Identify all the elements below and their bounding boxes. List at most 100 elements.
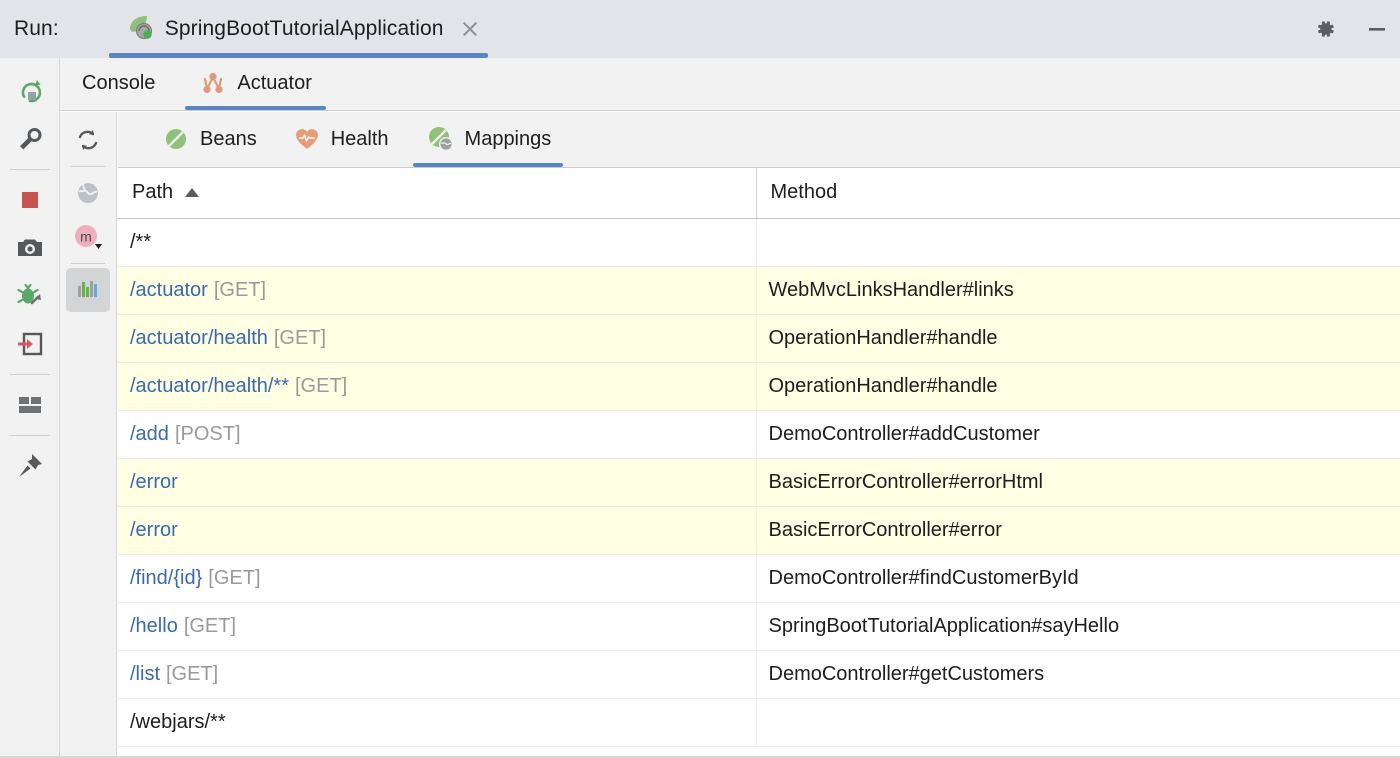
cell-path[interactable]: /find/{id} [GET]	[118, 554, 757, 603]
http-verb-badge: [GET]	[208, 566, 261, 589]
http-verb-badge: [GET]	[166, 662, 219, 685]
cell-method[interactable]: SpringBootTutorialApplication#sayHello	[756, 602, 1400, 651]
table-body: /**/actuator [GET] WebMvcLinksHandler#link…	[118, 218, 1400, 747]
column-header-path[interactable]: Path	[118, 168, 757, 219]
cell-path[interactable]: /**	[118, 218, 757, 267]
endpoints-chart-icon[interactable]	[66, 268, 110, 312]
cell-path[interactable]: /add [POST]	[118, 410, 757, 459]
column-header-method[interactable]: Method	[756, 168, 1400, 219]
actuator-graph-icon	[199, 70, 227, 98]
cell-path[interactable]: /error	[118, 506, 757, 555]
path-link[interactable]: /add	[130, 423, 169, 445]
table-row[interactable]: /**	[118, 218, 1400, 267]
run-header-bar: Run: SpringBootTutorialApplication	[0, 0, 1400, 58]
cell-method[interactable]	[756, 698, 1400, 747]
column-header-method-label: Method	[770, 181, 838, 204]
tab-console-label: Console	[82, 72, 156, 94]
table-header-row: Path Method	[118, 168, 1400, 219]
table-row[interactable]: /webjars/**	[118, 698, 1400, 747]
http-verb-badge: [GET]	[273, 326, 327, 349]
path-link[interactable]: /actuator/health	[130, 327, 268, 349]
http-verb-badge: [GET]	[183, 614, 237, 637]
tab-health-label: Health	[330, 127, 389, 150]
handler-method-name: BasicErrorController#errorHtml	[768, 470, 1044, 493]
actuator-toolbar: m	[60, 112, 117, 758]
column-header-path-label: Path	[132, 181, 174, 204]
run-configuration-name: SpringBootTutorialApplication	[164, 17, 444, 40]
camera-icon[interactable]	[7, 225, 53, 271]
debug-attach-icon[interactable]	[7, 273, 53, 319]
cell-method[interactable]: DemoController#addCustomer	[756, 410, 1400, 459]
refresh-icon[interactable]	[66, 118, 110, 162]
cell-method[interactable]	[756, 218, 1400, 267]
gear-icon[interactable]	[1312, 16, 1338, 42]
tab-console[interactable]: Console	[60, 57, 177, 110]
svg-text:m: m	[80, 229, 92, 245]
path-link[interactable]: /actuator	[130, 279, 208, 301]
handler-method-name: OperationHandler#handle	[768, 326, 998, 349]
cell-path[interactable]: /actuator/health/** [GET]	[118, 362, 757, 411]
minimize-icon[interactable]	[1364, 16, 1390, 42]
table-row[interactable]: /error BasicErrorController#errorHtml	[118, 458, 1400, 507]
maven-icon[interactable]: m	[66, 215, 110, 259]
table-row[interactable]: /add [POST] DemoController#addCustomer	[118, 410, 1400, 459]
run-content-tabs: Console Actuator	[60, 58, 1400, 111]
cell-method[interactable]: OperationHandler#handle	[756, 362, 1400, 411]
handler-method-name: BasicErrorController#error	[768, 518, 1002, 541]
tab-health[interactable]: Health	[275, 111, 407, 167]
cell-method[interactable]: BasicErrorController#errorHtml	[756, 458, 1400, 507]
rerun-icon[interactable]	[7, 68, 53, 114]
tab-beans[interactable]: Beans	[144, 111, 275, 167]
cell-method[interactable]: DemoController#findCustomerById	[756, 554, 1400, 603]
cell-path[interactable]: /list [GET]	[118, 650, 757, 699]
handler-method-name: WebMvcLinksHandler#links	[768, 278, 1014, 301]
sort-ascending-icon	[185, 188, 200, 198]
tab-beans-label: Beans	[200, 127, 257, 150]
tab-mappings[interactable]: Mappings	[407, 111, 570, 167]
stop-icon[interactable]	[7, 177, 53, 223]
cell-path[interactable]: /actuator/health [GET]	[118, 314, 757, 363]
table-row[interactable]: /hello [GET] SpringBootTutorialApplication…	[118, 602, 1400, 651]
path-link[interactable]: /error	[130, 471, 178, 493]
cell-method[interactable]: DemoController#getCustomers	[756, 650, 1400, 699]
exit-icon[interactable]	[7, 321, 53, 367]
handler-method-name: OperationHandler#handle	[768, 374, 998, 397]
bean-icon	[162, 125, 190, 153]
tab-actuator[interactable]: Actuator	[177, 57, 333, 110]
http-verb-badge: [GET]	[295, 374, 348, 397]
path-link[interactable]: /list	[130, 663, 160, 685]
table-row[interactable]: /actuator [GET] WebMvcLinksHandler#links	[118, 266, 1400, 315]
spring-boot-icon	[125, 12, 155, 47]
table-row[interactable]: /actuator/health [GET] OperationHandler#ha…	[118, 314, 1400, 363]
cell-path[interactable]: /actuator [GET]	[118, 266, 757, 315]
cell-method[interactable]: WebMvcLinksHandler#links	[756, 266, 1400, 315]
table-row[interactable]: /error BasicErrorController#error	[118, 506, 1400, 555]
cell-method[interactable]: OperationHandler#handle	[756, 314, 1400, 363]
toolbar-divider	[9, 435, 50, 436]
cell-path[interactable]: /hello [GET]	[118, 602, 757, 651]
mappings-table-container: Path Method /**/actuator [GET] WebMvcLinks…	[118, 168, 1400, 758]
handler-method-name: DemoController#findCustomerById	[768, 566, 1079, 589]
close-icon[interactable]	[460, 19, 480, 39]
run-configuration-tab[interactable]: SpringBootTutorialApplication	[103, 0, 494, 58]
path-link[interactable]: /find/{id}	[130, 567, 202, 589]
pin-icon[interactable]	[7, 443, 53, 489]
header-actions	[1312, 0, 1390, 58]
cell-method[interactable]: BasicErrorController#error	[756, 506, 1400, 555]
table-row[interactable]: /list [GET] DemoController#getCustomers	[118, 650, 1400, 699]
path-link[interactable]: /hello	[130, 615, 178, 637]
cell-path[interactable]: /error	[118, 458, 757, 507]
wrench-icon[interactable]	[7, 116, 53, 162]
cell-path[interactable]: /webjars/**	[118, 698, 757, 747]
layout-icon[interactable]	[7, 382, 53, 428]
table-row[interactable]: /actuator/health/** [GET] OperationHandler…	[118, 362, 1400, 411]
globe-icon[interactable]	[66, 171, 110, 215]
path-link[interactable]: /error	[130, 519, 178, 541]
table-row[interactable]: /find/{id} [GET] DemoController#findCustom…	[118, 554, 1400, 603]
bean-globe-icon	[425, 124, 455, 154]
toolbar-divider	[9, 374, 50, 375]
path-link[interactable]: /actuator/health/**	[130, 375, 289, 397]
table-header: Path Method	[118, 168, 1400, 219]
handler-method-name: SpringBootTutorialApplication#sayHello	[768, 614, 1120, 637]
http-verb-badge: [POST]	[174, 422, 241, 445]
